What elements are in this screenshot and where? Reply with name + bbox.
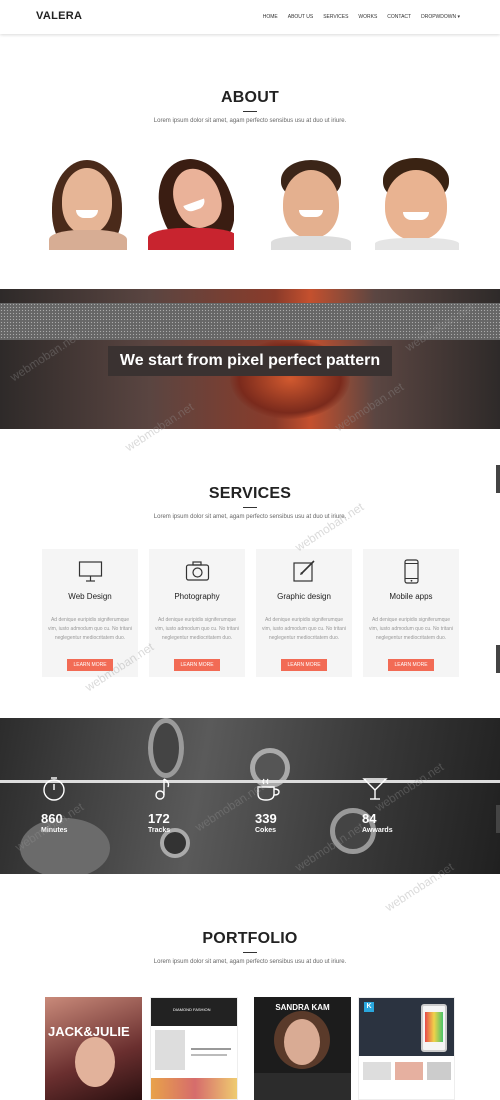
nav-item-contact[interactable]: CONTACT	[387, 14, 411, 20]
navbar: VALERA HOME ABOUT US SERVICES WORKS CONT…	[0, 0, 500, 34]
service-title: Photography	[174, 592, 220, 601]
service-card: Photography Ad denique euripidis signife…	[149, 549, 245, 677]
stat-awards: 84 Awwards	[362, 776, 393, 834]
about-divider	[243, 111, 257, 112]
service-card: Mobile apps Ad denique euripidis signife…	[363, 549, 459, 677]
portfolio-item[interactable]: DIAMOND FASHION	[150, 997, 238, 1100]
portfolio-caption: DIAMOND FASHION	[173, 1007, 211, 1012]
nav-item-home[interactable]: HOME	[263, 14, 278, 20]
team-photo	[271, 158, 357, 250]
portfolio-item[interactable]: JACK&JULIE	[45, 997, 142, 1100]
team-photo	[375, 158, 461, 250]
monitor-icon	[78, 561, 103, 582]
stat-cokes: 339 Cokes	[255, 776, 281, 834]
watermark: webmoban.net	[292, 499, 367, 555]
stat-value: 84	[362, 811, 377, 826]
logo[interactable]: VALERA	[36, 10, 82, 22]
portfolio-item[interactable]: SANDRA KAM	[254, 997, 351, 1100]
phone-icon	[404, 559, 419, 584]
service-card: Graphic design Ad denique euripidis sign…	[256, 549, 352, 677]
nav-item-works[interactable]: WORKS	[358, 14, 377, 20]
stat-label: Cokes	[255, 827, 277, 834]
pattern-stripe	[0, 303, 500, 340]
clock-icon	[43, 777, 65, 801]
side-tab[interactable]	[496, 465, 500, 493]
services-divider	[243, 507, 257, 508]
service-description: Ad denique euripidis signiferumque vim, …	[155, 617, 239, 641]
nav-item-services[interactable]: SERVICES	[323, 14, 348, 20]
learn-more-button[interactable]: LEARN MORE	[67, 659, 113, 671]
about-subtitle: Lorem ipsum dolor sit amet, agam perfect…	[153, 118, 347, 124]
stat-value: 860	[41, 811, 63, 826]
team-photo	[148, 158, 234, 250]
portfolio-subtitle: Lorem ipsum dolor sit amet, agam perfect…	[153, 959, 347, 965]
learn-more-button[interactable]: LEARN MORE	[174, 659, 220, 671]
stat-label: Awwards	[362, 827, 393, 834]
stat-minutes: 860 Minutes	[41, 776, 67, 834]
team-photo	[44, 158, 130, 250]
services-subtitle: Lorem ipsum dolor sit amet, agam perfect…	[153, 514, 347, 520]
nav-item-about[interactable]: ABOUT US	[288, 14, 313, 20]
service-title: Graphic design	[277, 592, 331, 601]
stats-divider-line	[0, 780, 500, 783]
pencil-icon	[293, 560, 315, 582]
service-card: Web Design Ad denique euripidis signifer…	[42, 549, 138, 677]
stat-label: Minutes	[41, 827, 68, 834]
side-tab[interactable]	[496, 805, 500, 833]
nav-menu: HOME ABOUT US SERVICES WORKS CONTACT DRO…	[263, 14, 460, 20]
stat-tracks: 172 Tracks	[148, 776, 174, 834]
service-description: Ad denique euripidis signiferumque vim, …	[48, 617, 132, 641]
service-title: Web Design	[68, 592, 112, 601]
services-title: SERVICES	[208, 485, 292, 502]
banner-headline: We start from pixel perfect pattern	[108, 346, 392, 376]
service-description: Ad denique euripidis signiferumque vim, …	[262, 617, 346, 641]
about-title: ABOUT	[221, 89, 279, 106]
portfolio-title: PORTFOLIO	[202, 930, 298, 947]
page: VALERA HOME ABOUT US SERVICES WORKS CONT…	[0, 0, 500, 1100]
portfolio-caption: K	[364, 1002, 374, 1012]
trophy-icon	[362, 778, 388, 800]
stats-background	[0, 718, 500, 874]
stat-value: 172	[148, 811, 170, 826]
nav-item-dropdown[interactable]: DROPWDOWN ▾	[421, 14, 460, 20]
learn-more-button[interactable]: LEARN MORE	[281, 659, 327, 671]
stat-value: 339	[255, 811, 277, 826]
stat-label: Tracks	[148, 827, 171, 834]
service-title: Mobile apps	[389, 592, 433, 601]
side-tab[interactable]	[496, 645, 500, 673]
camera-icon	[185, 561, 210, 581]
portfolio-divider	[243, 952, 257, 953]
cup-icon	[257, 778, 280, 801]
music-icon	[155, 778, 170, 800]
service-description: Ad denique euripidis signiferumque vim, …	[369, 617, 453, 641]
portfolio-caption: SANDRA KAM	[275, 1003, 330, 1012]
learn-more-button[interactable]: LEARN MORE	[388, 659, 434, 671]
portfolio-item[interactable]: K	[358, 997, 455, 1100]
portfolio-caption: JACK&JULIE	[48, 1024, 130, 1039]
